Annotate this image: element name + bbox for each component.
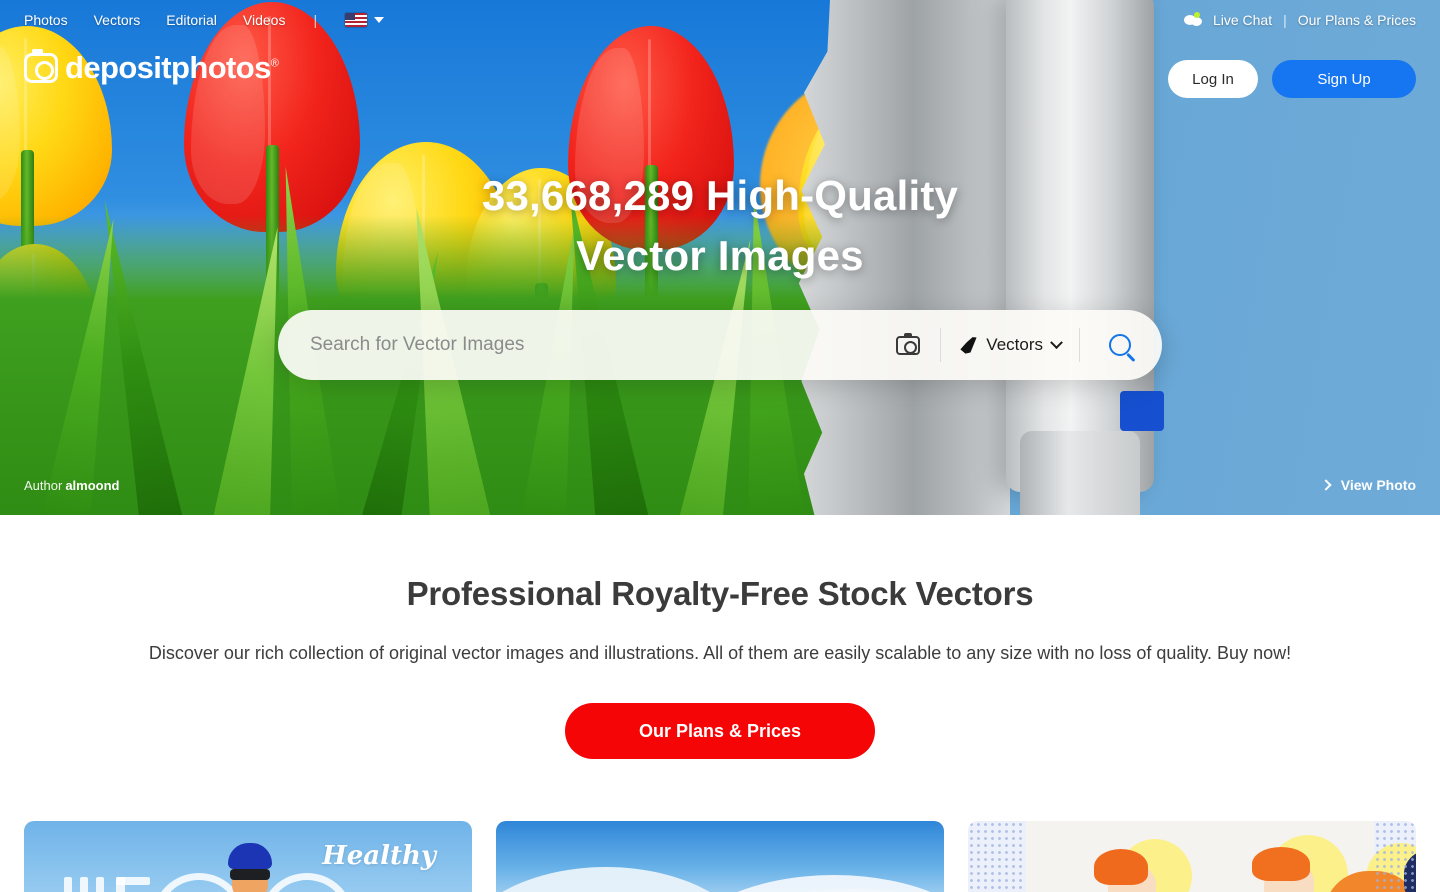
us-flag-icon xyxy=(345,13,368,27)
site-logo[interactable]: depositphotos® xyxy=(24,48,279,85)
hero-title: 33,668,289 High-Quality Vector Images xyxy=(0,166,1440,286)
pen-nib-icon xyxy=(960,337,977,354)
page-description: Discover our rich collection of original… xyxy=(148,643,1292,663)
language-selector[interactable] xyxy=(345,13,385,27)
chevron-down-icon xyxy=(1050,335,1063,349)
primary-nav: Photos Vectors Editorial Videos | xyxy=(0,12,385,28)
nav-videos[interactable]: Videos xyxy=(243,12,286,28)
card-healthy-food-text: Healthy xyxy=(322,840,436,871)
card-healthy-food[interactable]: Healthy xyxy=(24,820,472,892)
search-input[interactable] xyxy=(310,325,887,365)
hero-title-line2: Vector Images xyxy=(576,232,864,280)
view-photo-link[interactable]: View Photo xyxy=(1320,477,1416,493)
cyclist-illustration xyxy=(202,842,298,892)
nav-editorial[interactable]: Editorial xyxy=(166,12,217,28)
paper-roll-cap xyxy=(1020,431,1140,515)
search-bar: Vectors xyxy=(278,310,1162,380)
hero-title-line1: 33,668,289 High-Quality xyxy=(481,172,959,219)
camera-search-icon xyxy=(896,332,921,355)
nav-separator: | xyxy=(313,12,318,28)
camera-search-button[interactable] xyxy=(886,323,930,367)
main-content: Professional Royalty-Free Stock Vectors … xyxy=(0,515,1440,892)
card-business-people[interactable] xyxy=(968,820,1416,892)
person-illustration xyxy=(1080,848,1188,892)
author-name: almoond xyxy=(65,478,120,493)
secondary-nav: Live Chat | Our Plans & Prices xyxy=(1183,12,1440,28)
nav-photos[interactable]: Photos xyxy=(24,12,68,28)
cta-container: Our Plans & Prices xyxy=(0,702,1440,759)
logo-text: depositphotos® xyxy=(65,50,279,85)
author-label: Author xyxy=(24,478,63,493)
magnifier-icon xyxy=(1109,334,1131,356)
paper-roll-blue-peek xyxy=(1120,391,1164,431)
right-nav-separator: | xyxy=(1283,12,1287,28)
plans-prices-button[interactable]: Our Plans & Prices xyxy=(565,702,875,759)
featured-cards: Healthy xyxy=(0,820,1440,892)
login-button[interactable]: Log In xyxy=(1168,60,1258,98)
auth-buttons: Log In Sign Up xyxy=(1168,60,1416,98)
registered-mark: ® xyxy=(270,57,279,70)
page-title: Professional Royalty-Free Stock Vectors xyxy=(406,575,1034,612)
plans-prices-link[interactable]: Our Plans & Prices xyxy=(1298,12,1416,28)
search-type-select[interactable]: Vectors xyxy=(951,335,1069,355)
card-winter-landscape[interactable] xyxy=(496,820,944,892)
top-navigation: Photos Vectors Editorial Videos | Live C… xyxy=(0,0,1440,40)
chevron-down-icon xyxy=(374,17,385,23)
signup-button[interactable]: Sign Up xyxy=(1272,60,1416,98)
search-submit-button[interactable] xyxy=(1090,323,1150,367)
live-chat-link[interactable]: Live Chat xyxy=(1213,12,1272,28)
search-divider-1 xyxy=(940,328,942,362)
search-type-label: Vectors xyxy=(986,335,1043,354)
live-chat-icon xyxy=(1183,12,1204,28)
hero-banner: Photos Vectors Editorial Videos | Live C… xyxy=(0,0,1440,515)
author-credit: Author almoond xyxy=(24,478,119,493)
view-photo-label: View Photo xyxy=(1340,477,1416,493)
search-divider-2 xyxy=(1079,328,1080,362)
chevron-right-icon xyxy=(1320,479,1332,491)
camera-icon xyxy=(24,48,58,83)
nav-vectors[interactable]: Vectors xyxy=(94,12,141,28)
